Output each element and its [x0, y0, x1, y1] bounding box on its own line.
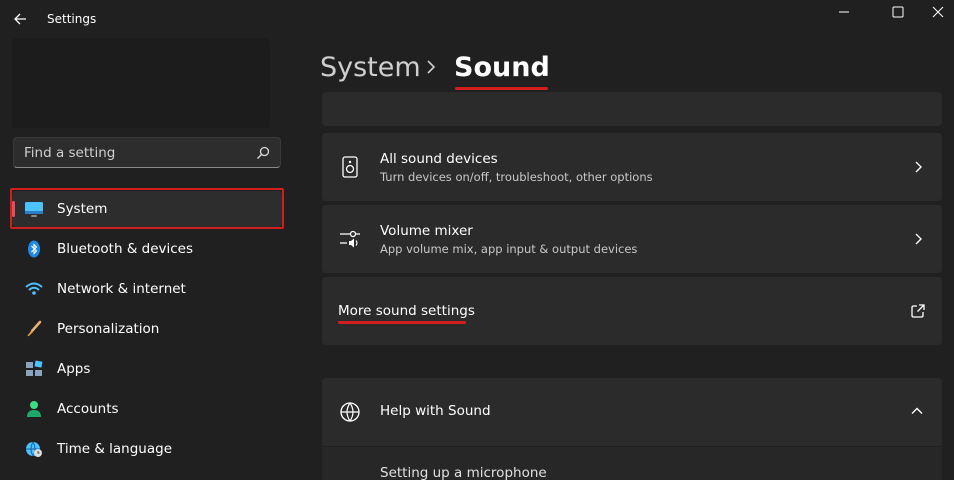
- chevron-up-icon: [911, 407, 923, 414]
- breadcrumb-parent[interactable]: System: [320, 52, 421, 83]
- active-indicator: [12, 201, 15, 217]
- card-subtitle: Turn devices on/off, troubleshoot, other…: [380, 170, 653, 184]
- all-sound-devices-card[interactable]: All sound devices Turn devices on/off, t…: [322, 133, 942, 201]
- card-subtitle: App volume mix, app input & output devic…: [380, 242, 638, 256]
- maximize-icon: [892, 6, 904, 18]
- sidebar-item-label: System: [57, 201, 108, 217]
- sidebar-item-accounts[interactable]: Accounts: [12, 391, 282, 427]
- sidebar-item-time-language[interactable]: Time & language: [12, 431, 282, 467]
- chevron-right-icon: [915, 161, 922, 173]
- help-with-sound-header[interactable]: Help with Sound: [322, 378, 942, 446]
- volume-mixer-card[interactable]: Volume mixer App volume mix, app input &…: [322, 205, 942, 273]
- card-title: All sound devices: [380, 151, 498, 167]
- globe-clock-icon: [26, 441, 42, 457]
- sidebar-item-label: Network & internet: [57, 281, 186, 297]
- scrolled-card: [322, 92, 942, 126]
- sidebar-item-label: Accounts: [57, 401, 119, 417]
- app-title: Settings: [47, 12, 97, 26]
- close-icon: [932, 6, 944, 18]
- globe-icon: [340, 402, 360, 422]
- minimize-button[interactable]: [822, 0, 866, 24]
- wifi-icon: [25, 282, 43, 295]
- maximize-button[interactable]: [876, 0, 920, 24]
- title-bar: Settings: [0, 0, 954, 40]
- back-button[interactable]: [10, 6, 32, 32]
- sidebar-item-label: Apps: [57, 361, 91, 377]
- search-input[interactable]: Find a setting: [13, 137, 281, 168]
- sidebar-item-network[interactable]: Network & internet: [12, 271, 282, 307]
- close-button[interactable]: [922, 0, 954, 24]
- card-title: More sound settings: [338, 303, 475, 319]
- user-profile[interactable]: [12, 38, 270, 128]
- external-link-icon: [911, 304, 925, 318]
- apps-icon: [26, 360, 43, 376]
- card-title: Help with Sound: [380, 403, 491, 419]
- card-title: Volume mixer: [380, 223, 473, 239]
- speaker-icon: [342, 156, 358, 178]
- bluetooth-icon: [28, 240, 40, 258]
- search-icon[interactable]: [255, 145, 271, 161]
- link-underline: [338, 321, 466, 324]
- help-item-label[interactable]: Setting up a microphone: [380, 465, 547, 480]
- monitor-icon: [25, 202, 43, 217]
- sidebar-item-system[interactable]: System: [12, 191, 282, 227]
- sidebar-item-label: Time & language: [57, 441, 173, 457]
- brush-icon: [27, 320, 42, 337]
- mixer-icon: [340, 230, 360, 248]
- chevron-right-icon: [427, 60, 436, 74]
- help-item[interactable]: Setting up a microphone: [322, 447, 942, 480]
- arrow-left-icon: [14, 13, 26, 25]
- title-underline: [455, 87, 548, 90]
- more-sound-settings-link[interactable]: More sound settings: [322, 277, 942, 345]
- minimize-icon: [839, 11, 849, 13]
- search-placeholder: Find a setting: [24, 145, 116, 161]
- sidebar-item-label: Personalization: [57, 321, 160, 337]
- sidebar-item-label: Bluetooth & devices: [57, 241, 194, 257]
- chevron-right-icon: [915, 233, 922, 245]
- sidebar-item-bluetooth[interactable]: Bluetooth & devices: [12, 231, 282, 267]
- sidebar-item-apps[interactable]: Apps: [12, 351, 282, 387]
- page-title: Sound: [454, 52, 550, 83]
- person-icon: [27, 401, 41, 417]
- sidebar-item-personalization[interactable]: Personalization: [12, 311, 282, 347]
